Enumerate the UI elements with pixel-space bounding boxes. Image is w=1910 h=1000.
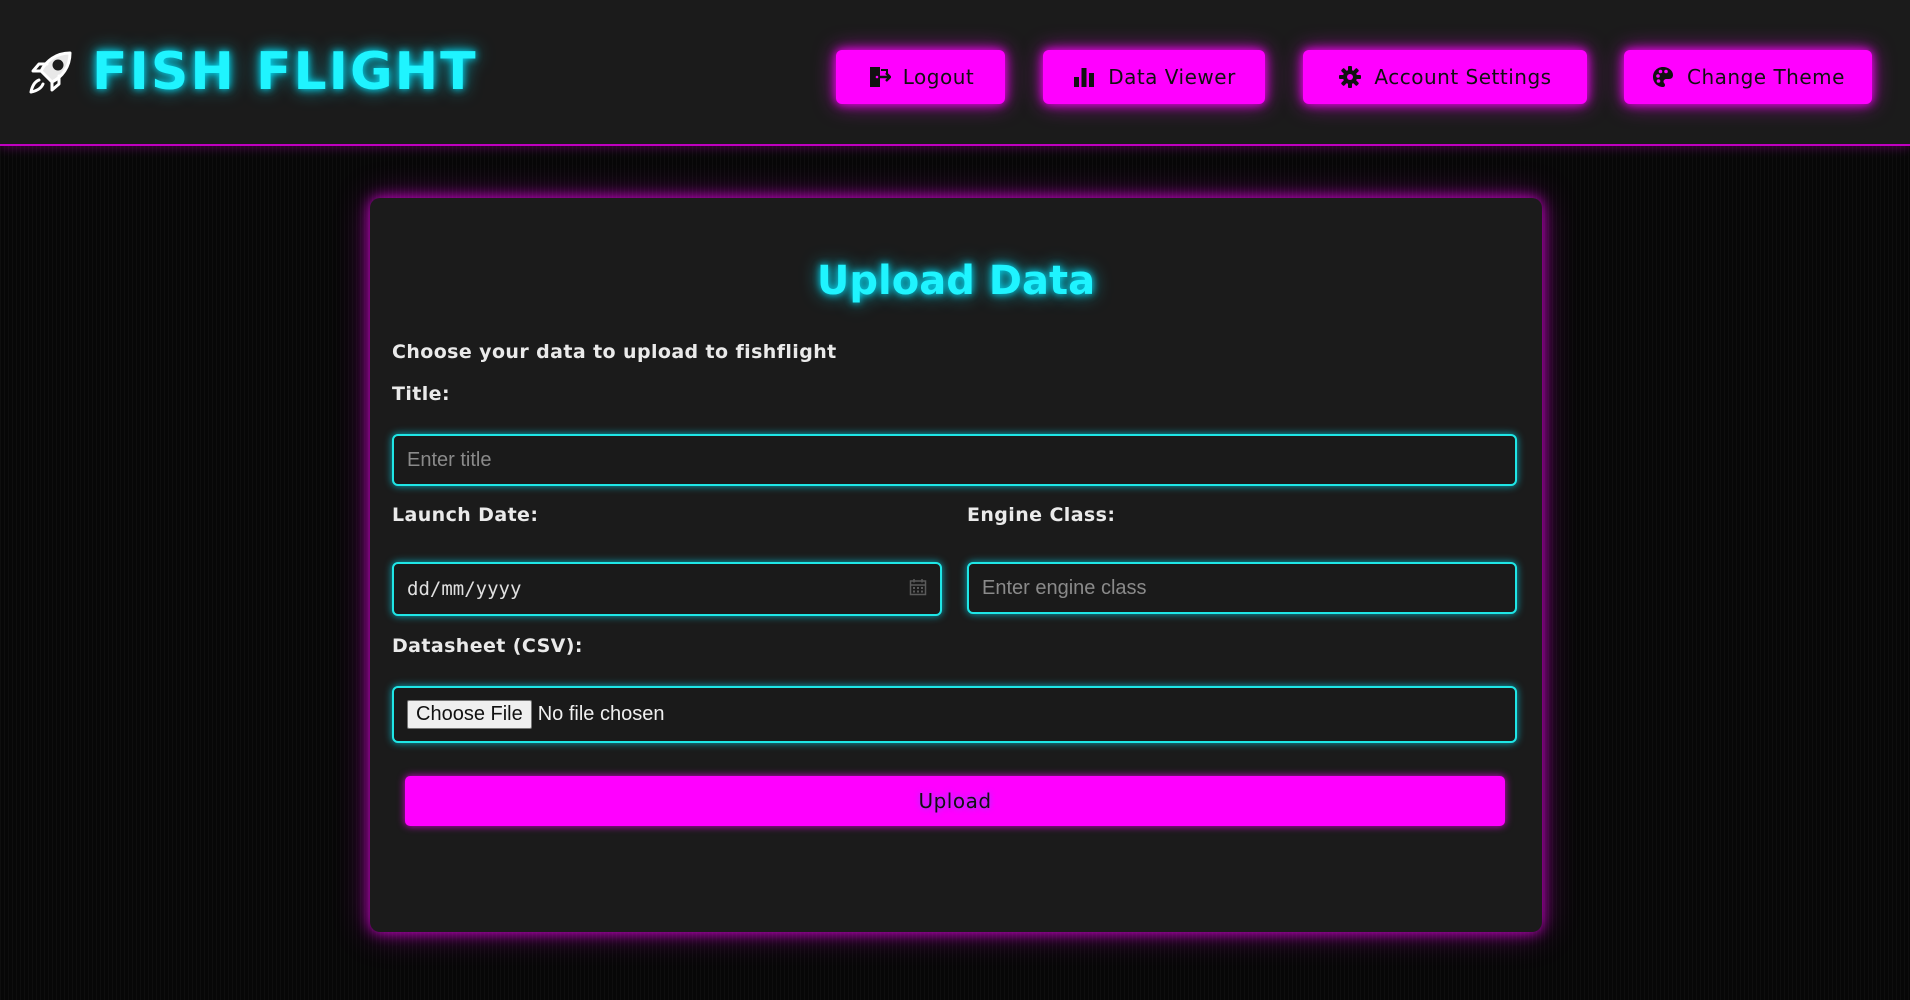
logout-button[interactable]: Logout xyxy=(836,50,1005,104)
account-settings-label: Account Settings xyxy=(1374,65,1552,89)
data-viewer-button[interactable]: Data Viewer xyxy=(1043,50,1265,104)
launch-date-value: dd/mm/yyyy xyxy=(407,578,522,600)
top-header: FISH FLIGHT Logout Data Viewer Account S… xyxy=(0,0,1910,146)
calendar-icon[interactable] xyxy=(909,578,927,601)
choose-file-button[interactable]: Choose File xyxy=(407,700,532,729)
upload-button[interactable]: Upload xyxy=(405,776,1505,826)
change-theme-label: Change Theme xyxy=(1687,65,1845,89)
brand[interactable]: FISH FLIGHT xyxy=(26,44,478,100)
title-label: Title: xyxy=(392,383,450,405)
data-viewer-label: Data Viewer xyxy=(1108,65,1236,89)
logout-icon xyxy=(867,65,891,89)
brand-title: FISH FLIGHT xyxy=(92,42,478,102)
rocket-logo-icon xyxy=(29,51,72,94)
datasheet-file-input[interactable]: Choose File No file chosen xyxy=(392,686,1517,743)
palette-icon xyxy=(1651,65,1675,89)
upload-data-card: Upload Data Choose your data to upload t… xyxy=(370,198,1542,932)
title-input[interactable] xyxy=(392,434,1517,486)
launch-date-input[interactable]: dd/mm/yyyy xyxy=(392,562,942,616)
bar-chart-icon xyxy=(1072,65,1096,89)
intro-text: Choose your data to upload to fishflight xyxy=(392,341,837,363)
logout-label: Logout xyxy=(902,65,975,89)
account-settings-button[interactable]: Account Settings xyxy=(1303,50,1587,104)
change-theme-button[interactable]: Change Theme xyxy=(1624,50,1872,104)
datasheet-label: Datasheet (CSV): xyxy=(392,635,583,657)
launch-date-label: Launch Date: xyxy=(392,504,539,526)
engine-class-label: Engine Class: xyxy=(967,504,1116,526)
gear-icon xyxy=(1338,65,1362,89)
engine-class-input[interactable] xyxy=(967,562,1517,614)
file-status: No file chosen xyxy=(537,703,665,725)
page-title: Upload Data xyxy=(816,258,1096,304)
